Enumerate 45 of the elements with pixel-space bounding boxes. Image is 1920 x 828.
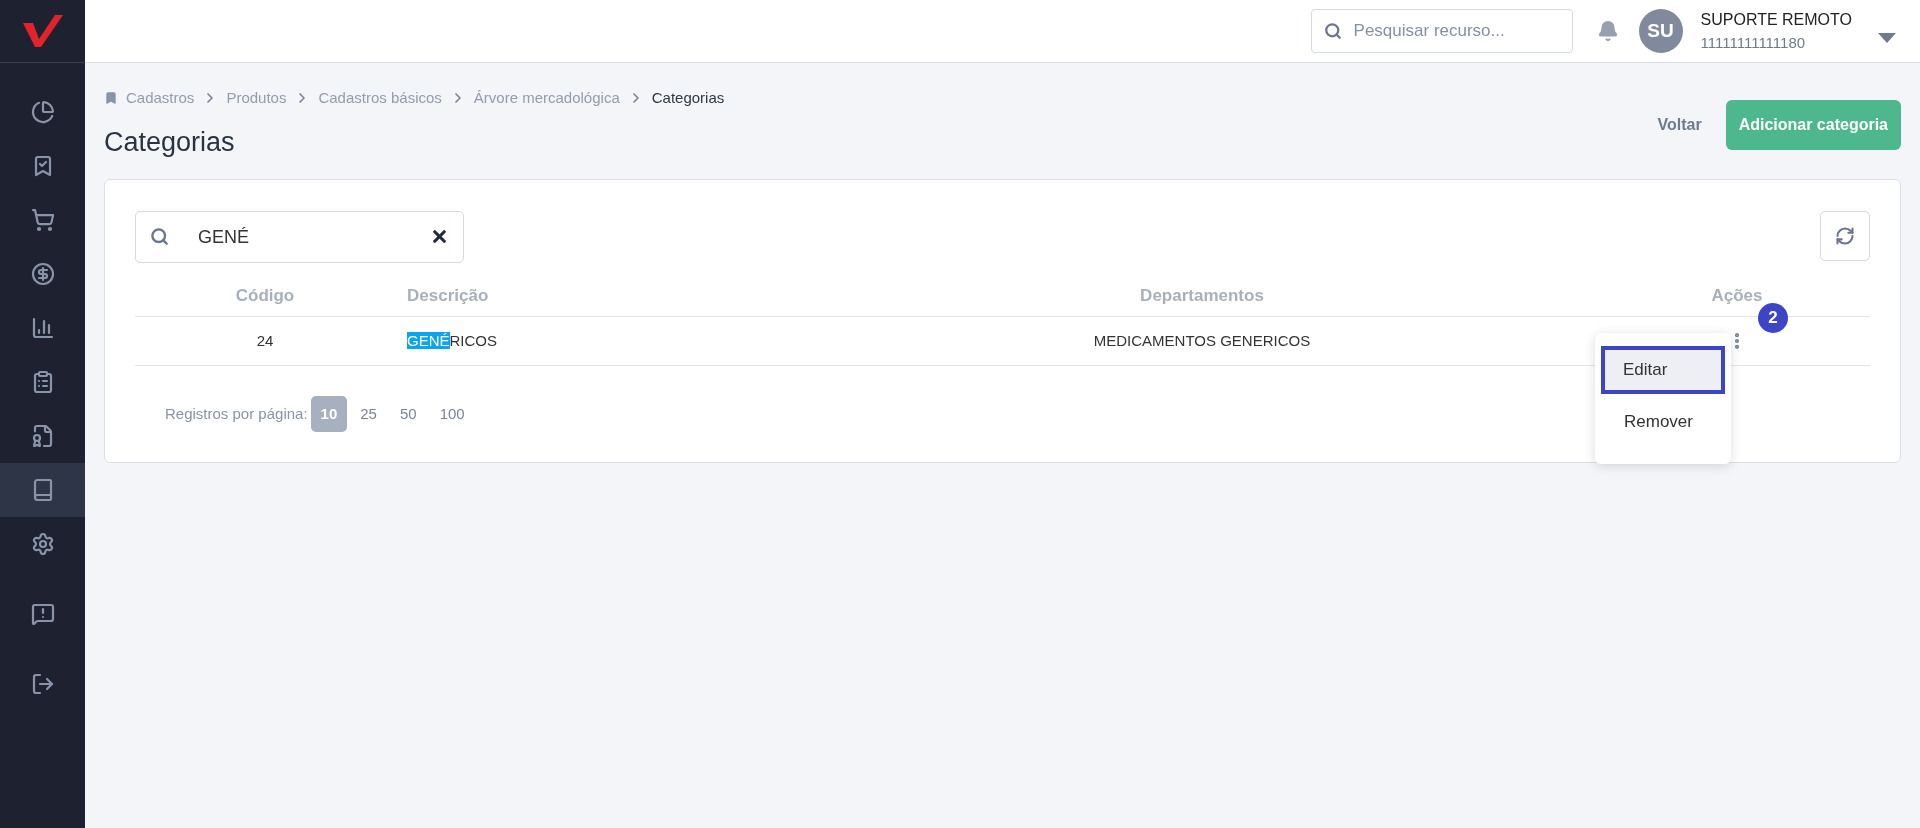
page-title: Categorias	[104, 125, 236, 159]
chart-icon	[30, 100, 55, 124]
table-cell-text: 24	[255, 330, 275, 351]
page-size-option[interactable]: 100	[429, 396, 475, 432]
breadcrumb-link[interactable]: Produtos	[226, 87, 287, 110]
page-size-option[interactable]: 25	[350, 396, 387, 432]
back-link[interactable]: Voltar	[1657, 113, 1702, 137]
logout-icon	[30, 672, 55, 696]
step-badge: 2	[1758, 303, 1788, 333]
bar-chart-icon	[30, 316, 55, 340]
refresh-button[interactable]	[1820, 211, 1870, 261]
page-size-option[interactable]: 10	[310, 396, 348, 432]
column-header: Departamentos	[1139, 284, 1265, 307]
user-id: 11111111111180	[1700, 32, 1807, 53]
search-field[interactable]: Pesquisar recurso...	[1310, 9, 1573, 53]
certificate-icon	[30, 424, 55, 448]
search-icon	[1323, 22, 1342, 40]
sidebar-item[interactable]	[0, 463, 85, 517]
bookmark-icon	[104, 91, 118, 106]
table-cell-text: GENÉRICOS	[406, 330, 499, 351]
avatar[interactable]: SU	[1638, 9, 1683, 53]
column-header: Descrição	[406, 284, 490, 307]
column-header: Código	[234, 284, 296, 307]
clear-icon[interactable]	[430, 227, 449, 246]
page-size-option[interactable]: 50	[389, 396, 427, 432]
cart-icon	[30, 208, 55, 232]
help-icon	[30, 602, 55, 626]
refresh-icon	[1835, 226, 1855, 246]
breadcrumb-link[interactable]: Categorias	[651, 87, 725, 110]
breadcrumb-link[interactable]: Cadastros básicos	[318, 87, 442, 110]
caret-icon[interactable]	[1878, 33, 1896, 43]
settings-icon	[30, 532, 55, 556]
logo-icon	[20, 13, 65, 49]
table-cell-text: MEDICAMENTOS GENERICOS	[1092, 330, 1312, 351]
menu-item[interactable]: Remover	[1595, 398, 1731, 446]
menu-item[interactable]: Editar	[1601, 346, 1725, 394]
user-name: SUPORTE REMOTO	[1700, 9, 1852, 30]
breadcrumb-link[interactable]: Cadastros	[126, 87, 195, 110]
bell-icon[interactable]	[1596, 20, 1619, 42]
search-icon	[150, 227, 169, 246]
breadcrumb-link[interactable]: Árvore mercadológica	[473, 87, 620, 110]
page-size-label: Registros por página:	[165, 403, 308, 424]
add-category-button[interactable]: Adicionar categoria	[1725, 100, 1901, 150]
dollar-icon	[30, 262, 55, 286]
filter-field[interactable]: GENÉ	[135, 211, 464, 263]
